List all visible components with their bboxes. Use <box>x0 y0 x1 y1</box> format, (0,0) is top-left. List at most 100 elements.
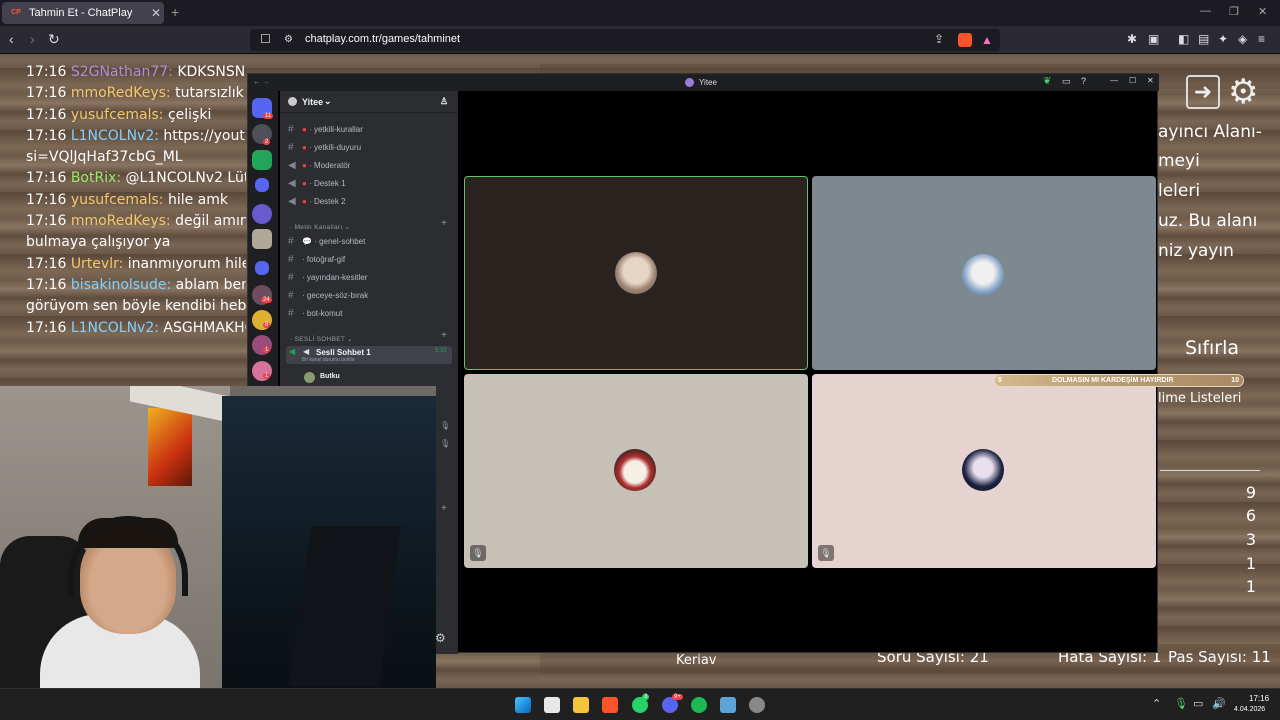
tab-title: Tahmin Et - ChatPlay <box>29 7 133 19</box>
chat-text: tutarsızlık <box>175 85 244 102</box>
add-channel-icon[interactable]: + <box>441 503 447 514</box>
server-icon[interactable] <box>252 229 272 249</box>
chat-username[interactable]: S2GNathan77: <box>71 64 173 80</box>
chat-username[interactable]: BotRix: <box>71 170 121 186</box>
add-channel-icon[interactable]: + <box>441 330 447 341</box>
channel-item[interactable]: # · yayından-kesitler <box>288 270 453 286</box>
streamer-webcam <box>0 386 436 688</box>
clock-time[interactable]: 17:16 <box>1249 694 1269 703</box>
reset-button[interactable]: Sıfırla <box>1185 337 1239 359</box>
share-icon[interactable]: ⇪ <box>934 31 944 47</box>
spotify-icon[interactable] <box>691 697 707 713</box>
channel-item[interactable]: # · bot-komut <box>288 306 453 322</box>
folder-icon[interactable] <box>255 261 269 275</box>
inbox-icon[interactable]: ▭ <box>1062 76 1071 87</box>
server-icon[interactable] <box>252 204 272 224</box>
folder-icon[interactable] <box>255 178 269 192</box>
start-icon[interactable] <box>515 697 531 713</box>
display-icon[interactable]: ▭ <box>1193 697 1203 710</box>
browser-tab[interactable]: CP Tahmin Et - ChatPlay ✕ <box>2 2 164 24</box>
chat-username[interactable]: L1NCOLNv2: <box>71 320 159 336</box>
obs-icon[interactable] <box>749 697 765 713</box>
capcut-icon[interactable] <box>544 697 560 713</box>
volume-icon[interactable]: 🔊 <box>1212 697 1226 710</box>
settings-gear-icon[interactable]: ⚙ <box>1228 72 1258 112</box>
chat-username[interactable]: yusufcemals: <box>71 107 164 123</box>
maximize-icon[interactable]: ☐ <box>1129 76 1136 85</box>
minimize-icon[interactable]: — <box>1110 76 1118 85</box>
chat-time: 17:16 <box>26 276 67 293</box>
server-icon[interactable] <box>252 150 272 170</box>
channel-item[interactable]: # · geceye-söz-bırak <box>288 288 453 304</box>
browser-nav-bar: ‹ › ↻ ☐ ⚙ chatplay.com.tr/games/tahminet… <box>0 26 1280 54</box>
exit-icon[interactable]: ➜ <box>1186 75 1220 109</box>
add-friend-icon[interactable]: ♙ <box>440 96 448 107</box>
settings-icon[interactable]: ⚙ <box>435 631 446 645</box>
category-voice-channels[interactable]: · SESLİ SOHBET ⌄ <box>290 335 353 343</box>
leo-icon[interactable]: ✦ <box>1218 31 1228 47</box>
brave-shield-icon[interactable] <box>958 33 972 47</box>
video-tile[interactable]: 🎙 <box>812 374 1156 568</box>
new-tab-icon[interactable]: + <box>171 4 179 20</box>
chat-username[interactable]: Urtevlr: <box>71 256 124 272</box>
maximize-icon[interactable]: ❐ <box>1229 5 1239 18</box>
tab-manager-icon[interactable]: ▣ <box>1148 31 1159 47</box>
vpn-icon[interactable]: ◈ <box>1238 31 1247 47</box>
back-icon[interactable]: ‹ <box>9 31 14 47</box>
voice-channel-active[interactable]: ◀ ◀ Sesli Sohbet 1 5:32 Bir kanal durumu… <box>286 346 452 364</box>
channel-item[interactable]: ◀ ● · Moderatör <box>288 158 453 174</box>
nitro-leaf-icon[interactable]: ❦ <box>1043 76 1051 87</box>
minimize-icon[interactable]: — <box>1200 5 1211 17</box>
channel-item[interactable]: # ● · yetkili-kurallar <box>288 122 453 138</box>
category-text-channels[interactable]: · Metin Kanalları ⌄ <box>290 223 350 231</box>
channel-item[interactable]: # ● · yetkili-duyuru <box>288 140 453 156</box>
chat-text: @L1NCOLNv2 Lütfen <box>125 170 246 187</box>
mention-badge: 11 <box>263 113 274 119</box>
back-arrow-icon[interactable]: ← <box>253 77 261 86</box>
word-lists-link[interactable]: lime Listeleri <box>1158 391 1241 406</box>
chat-username[interactable]: yusufcemals: <box>71 192 164 208</box>
close-icon[interactable]: ✕ <box>1147 76 1154 85</box>
brave-icon[interactable] <box>602 697 618 713</box>
chat-username[interactable]: L1NCOLNv2: <box>71 128 159 144</box>
channel-item[interactable]: ◀ ● · Destek 1 <box>288 176 453 192</box>
close-tab-icon[interactable]: ✕ <box>148 6 164 20</box>
wallet-icon[interactable]: ▤ <box>1198 31 1209 47</box>
file-explorer-icon[interactable] <box>573 697 589 713</box>
extensions-icon[interactable]: ✱ <box>1127 31 1137 47</box>
site-info-icon[interactable]: ⚙ <box>284 32 293 48</box>
menu-icon[interactable]: ≡ <box>1258 31 1265 47</box>
channel-item[interactable]: ◀ ● · Destek 2 <box>288 194 453 210</box>
forward-icon[interactable]: › <box>30 31 35 47</box>
category-label: SESLİ SOHBET <box>294 336 346 343</box>
voice-user-name[interactable]: Butku <box>320 373 340 380</box>
chat-username[interactable]: mmoRedKeys: <box>71 85 171 101</box>
close-window-icon[interactable]: ✕ <box>1258 5 1267 18</box>
server-header[interactable]: Yitee ⌄ ♙ <box>280 91 458 113</box>
chat-time: 17:16 <box>26 85 67 102</box>
chat-username[interactable]: bisakinolsude: <box>71 277 171 293</box>
chat-text: değil amınako <box>175 213 246 230</box>
channel-item[interactable]: # · fotoğraf-gif <box>288 252 453 268</box>
video-tile[interactable]: 🎙 <box>464 374 808 568</box>
muted-mic-icon: 🎙 <box>440 439 451 448</box>
chat-message: bulmaya çalışıyor ya <box>26 232 246 253</box>
add-channel-icon[interactable]: + <box>441 218 447 229</box>
video-tile[interactable] <box>464 176 808 370</box>
video-tile[interactable] <box>812 176 1156 370</box>
hash-icon: # <box>288 290 294 301</box>
channel-item[interactable]: # 💬 · genel-sohbet <box>288 234 453 250</box>
clock-date[interactable]: 4.04.2026 <box>1234 706 1265 713</box>
app-icon[interactable] <box>720 697 736 713</box>
brave-rewards-icon[interactable]: ▲ <box>981 32 993 48</box>
chat-username[interactable]: mmoRedKeys: <box>71 213 171 229</box>
sidebar-icon[interactable]: ◧ <box>1178 31 1189 47</box>
bookmark-icon[interactable]: ☐ <box>260 31 271 47</box>
help-icon[interactable]: ? <box>1081 76 1086 86</box>
voice-status[interactable]: Bir kanal durumu belirle <box>302 357 355 363</box>
chevron-up-icon[interactable]: ⌃ <box>1152 697 1161 710</box>
forward-arrow-icon[interactable]: → <box>262 77 270 86</box>
microphone-icon[interactable]: 🎙 <box>1174 697 1188 710</box>
user-avatar <box>304 372 315 383</box>
reload-icon[interactable]: ↻ <box>48 31 60 47</box>
